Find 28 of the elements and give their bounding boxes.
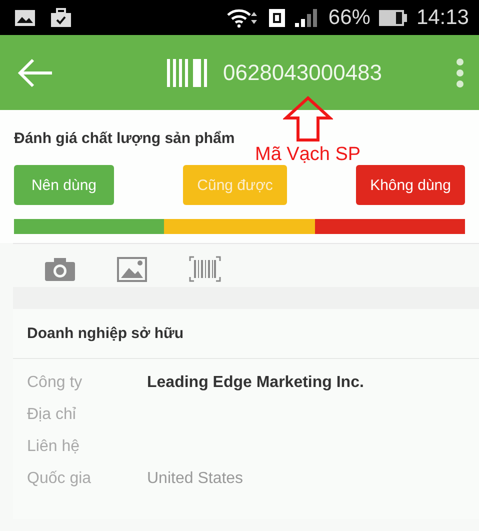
rating-button[interactable]: Không dùng	[356, 165, 465, 205]
field-label: Quốc gia	[27, 470, 92, 488]
rating-button[interactable]: Nên dùng	[14, 165, 114, 205]
field-label: Liên hệ	[27, 438, 80, 456]
briefcase-check-icon	[50, 8, 72, 28]
picture-notification-icon	[14, 8, 36, 26]
rating-button[interactable]: Cũng được	[183, 165, 287, 205]
annotation-label: Mã Vạch SP	[255, 144, 361, 166]
back-arrow-icon	[16, 56, 54, 88]
image-icon	[117, 256, 147, 282]
barcode-scan-icon	[189, 256, 221, 282]
battery-icon	[378, 8, 408, 26]
field-value: Leading Edge Marketing Inc.	[147, 374, 364, 392]
annotation-arrow	[282, 96, 333, 142]
section-title: Đánh giá chất lượng sản phẩm	[14, 130, 236, 147]
sim-card-icon	[268, 8, 286, 28]
field-label: Công ty	[27, 374, 84, 392]
field-value: United States	[147, 470, 244, 488]
section-title: Doanh nghiệp sở hữu	[13, 309, 479, 359]
back-button[interactable]	[16, 56, 54, 88]
camera-icon	[45, 257, 75, 281]
barcode-number: 0628043000483	[222, 60, 382, 86]
barcode-icon	[166, 58, 209, 86]
more-vertical-icon	[455, 58, 465, 88]
clock-time: 14:13	[416, 6, 469, 30]
battery-percent: 66%	[328, 6, 370, 30]
field-label: Địa chỉ	[27, 406, 77, 424]
menu-button[interactable]	[455, 58, 465, 88]
